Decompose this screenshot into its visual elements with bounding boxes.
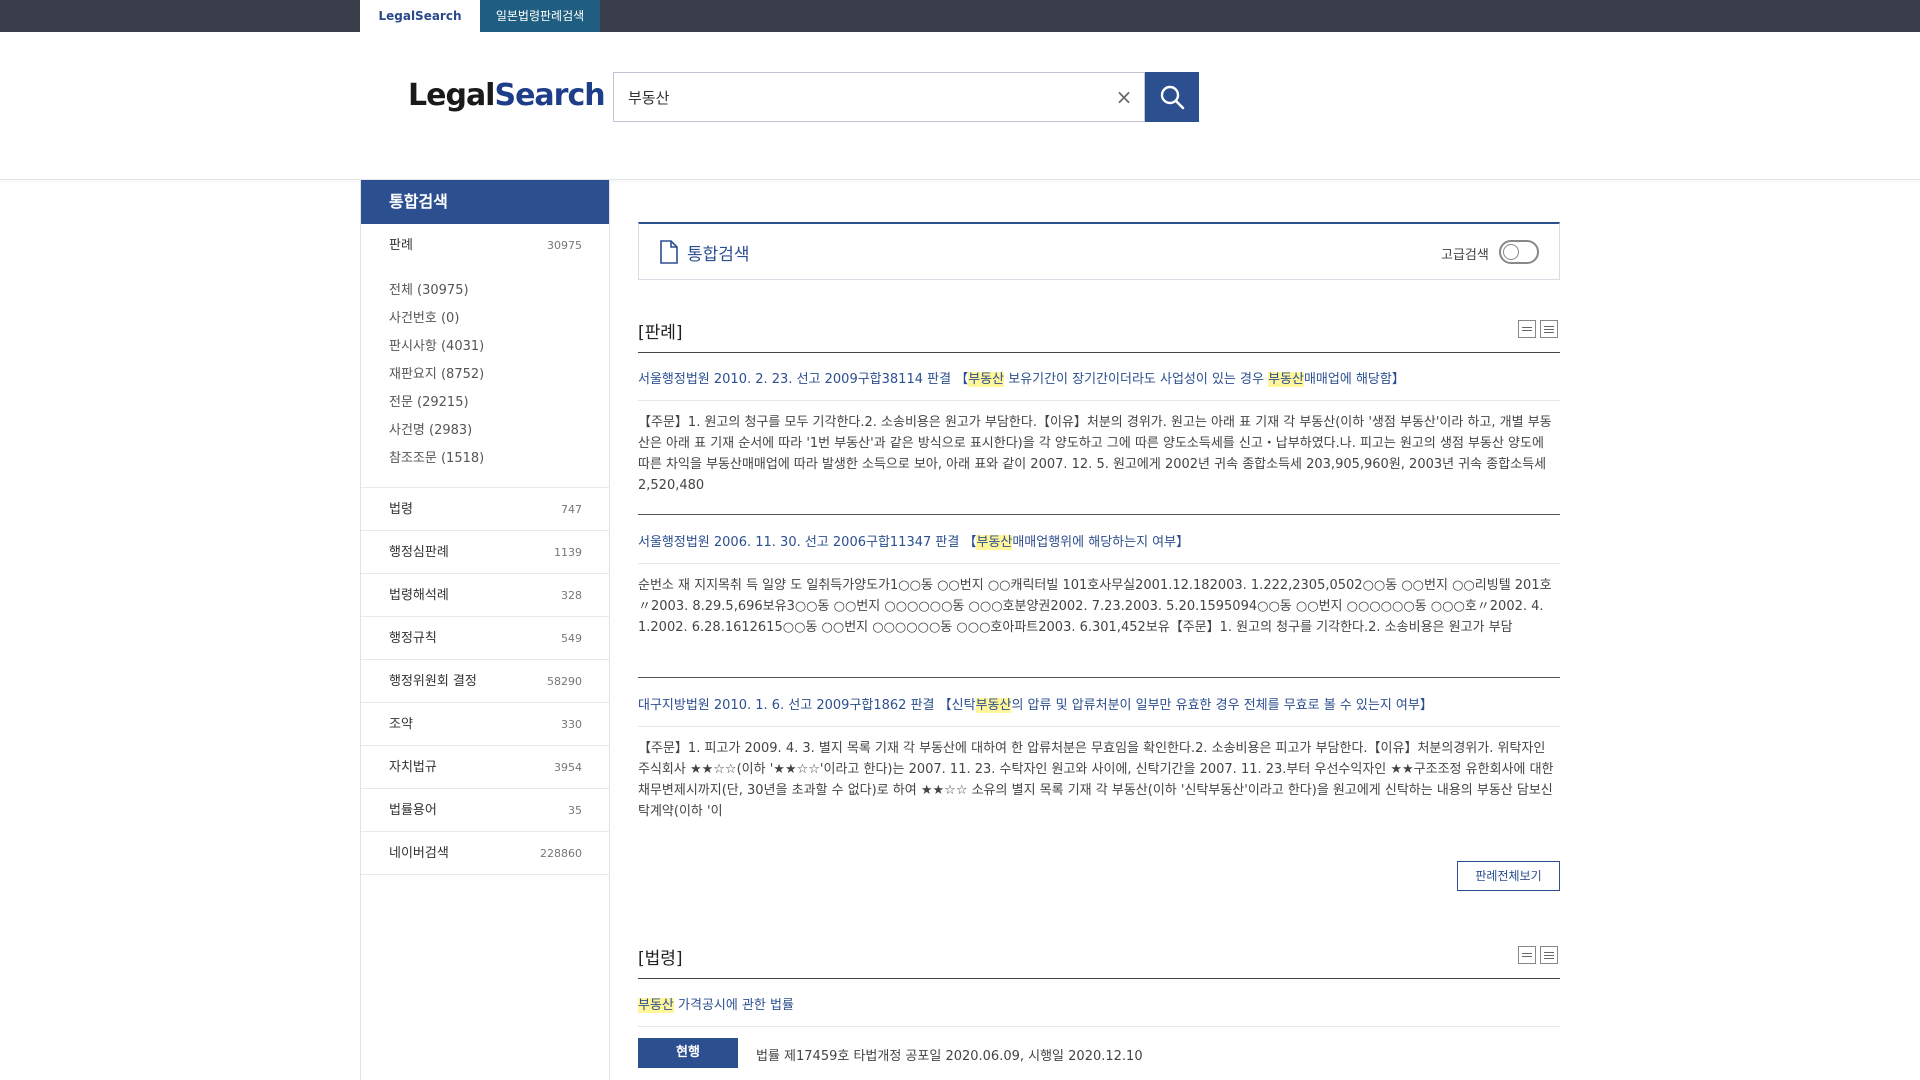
result-title-text: 매매업에 해당함】: [1303, 372, 1405, 387]
sidebar-item-law-interpretation[interactable]: 법령해석례 328: [361, 574, 609, 617]
sidebar-item-count: 747: [561, 503, 582, 516]
sidebar-item-treaty[interactable]: 조약 330: [361, 703, 609, 746]
result-divider: [638, 726, 1560, 727]
result-snippet: 【주문】1. 원고의 청구를 모두 기각한다.2. 소송비용은 원고가 부담한다…: [638, 415, 1552, 493]
result-snippet: 순번소 재 지지목취 득 일양 도 일취득가양도가1○○동 ○○번지 ○○캐릭터…: [638, 578, 1552, 635]
sidebar-item-count: 58290: [547, 675, 582, 688]
sidebar-item-count: 3954: [554, 761, 582, 774]
sidebar: 통합검색 판례 30975 전체 (30975) 사건번호 (0) 판시사항 (…: [360, 180, 610, 1080]
list-compact-icon[interactable]: [1518, 946, 1536, 964]
sidebar-item-count: 228860: [540, 847, 582, 860]
precedent-section-title: [판례]: [638, 323, 683, 343]
law-section-title: [법령]: [638, 949, 683, 969]
highlight-term: 부동산: [968, 372, 1005, 387]
sidebar-item-count: 330: [561, 718, 582, 731]
toggle-knob: [1503, 244, 1519, 260]
clear-icon[interactable]: ×: [1114, 87, 1134, 107]
sidebar-item-label: 법률용어: [389, 803, 437, 818]
sidebar-item-label: 법령해석례: [389, 588, 449, 603]
sidebar-subitem[interactable]: 재판요지 (8752): [389, 361, 609, 389]
sidebar-subitem[interactable]: 사건번호 (0): [389, 305, 609, 333]
top-bar: LegalSearch 일본법령판례검색: [0, 0, 1920, 32]
list-detail-icon[interactable]: [1540, 946, 1558, 964]
result-title-text: 매매업행위에 해당하는지 여부】: [1012, 535, 1190, 550]
sidebar-item-precedent[interactable]: 판례 30975: [361, 224, 609, 267]
sidebar-item-label: 네이버검색: [389, 846, 449, 861]
list-compact-icon[interactable]: [1518, 320, 1536, 338]
result-title[interactable]: 서울행정법원 2006. 11. 30. 선고 2006구합11347 판결 【…: [638, 531, 1560, 550]
result-title[interactable]: 서울행정법원 2010. 2. 23. 선고 2009구합38114 판결 【부…: [638, 368, 1560, 387]
search-box: ×: [613, 72, 1145, 122]
sidebar-subitem[interactable]: 참조조문 (1518): [389, 445, 609, 473]
sidebar-item-label: 법령: [389, 502, 413, 517]
sidebar-subitem[interactable]: 사건명 (2983): [389, 417, 609, 445]
sidebar-item-law[interactable]: 법령 747: [361, 488, 609, 531]
tab-japan-law-search[interactable]: 일본법령판례검색: [480, 0, 600, 32]
result-separator: [638, 677, 1560, 678]
result-title-text: 서울행정법원 2006. 11. 30. 선고 2006구합11347 판결 【: [638, 535, 977, 550]
sidebar-item-legal-terms[interactable]: 법률용어 35: [361, 789, 609, 832]
sidebar-item-label: 행정심판례: [389, 545, 449, 560]
integrated-search-panel: 통합검색 고급검색: [638, 222, 1560, 280]
sidebar-item-label: 조약: [389, 717, 413, 732]
highlight-term: 부동산: [638, 998, 674, 1013]
result-snippet: 【주문】1. 피고가 2009. 4. 3. 별지 목록 기재 각 부동산에 대…: [638, 741, 1554, 819]
search-button[interactable]: [1145, 72, 1199, 122]
law-title-text: 가격공시에 관한 법률: [673, 998, 794, 1013]
result-divider: [638, 563, 1560, 564]
section-divider: [638, 978, 1560, 979]
sidebar-item-count: 35: [568, 804, 582, 817]
sidebar-item-admin-appeal[interactable]: 행정심판례 1139: [361, 531, 609, 574]
advanced-search-toggle[interactable]: [1499, 240, 1539, 264]
law-title[interactable]: 부동산 가격공시에 관한 법률: [638, 994, 794, 1013]
law-info: 법률 제17459호 타법개정 공포일 2020.06.09, 시행일 2020…: [756, 1049, 1143, 1064]
sidebar-item-count: 30975: [547, 239, 582, 252]
sidebar-subitem[interactable]: 전문 (29215): [389, 389, 609, 417]
sidebar-subitem[interactable]: 전체 (30975): [389, 277, 609, 305]
page-title: 통합검색: [687, 245, 750, 265]
sidebar-item-label: 자치법규: [389, 760, 437, 775]
result-title[interactable]: 대구지방법원 2010. 1. 6. 선고 2009구합1862 판결 【신탁부…: [638, 694, 1560, 713]
result-title-text: 보유기간이 장기간이더라도 사업성이 있는 경우: [1004, 372, 1269, 387]
result-divider: [638, 1026, 1560, 1027]
logo-search: Search: [494, 78, 605, 113]
sidebar-item-count: 328: [561, 589, 582, 602]
law-view-tools: [1518, 946, 1558, 964]
result-title-text: 대구지방법원 2010. 1. 6. 선고 2009구합1862 판결 【신탁: [638, 698, 976, 713]
sidebar-title[interactable]: 통합검색: [361, 180, 609, 224]
document-icon: [660, 240, 678, 264]
sidebar-item-naver-search[interactable]: 네이버검색 228860: [361, 832, 609, 875]
advanced-search-label: 고급검색: [1441, 248, 1489, 263]
status-badge: 현행: [638, 1038, 738, 1068]
highlight-term: 부동산: [976, 535, 1013, 550]
view-all-precedents-button[interactable]: 판례전체보기: [1457, 861, 1560, 891]
sidebar-item-label: 행정위원회 결정: [389, 674, 477, 689]
sidebar-subitems: 전체 (30975) 사건번호 (0) 판시사항 (4031) 재판요지 (87…: [361, 267, 609, 488]
header: LegalSearch ×: [0, 32, 1920, 180]
logo[interactable]: LegalSearch: [408, 78, 606, 113]
result-separator: [638, 514, 1560, 515]
tab-legalsearch[interactable]: LegalSearch: [360, 0, 480, 32]
result-title-text: 의 압류 및 압류처분이 일부만 유효한 경우 전체를 무효로 볼 수 있는지 …: [1011, 698, 1433, 713]
highlight-term: 부동산: [1268, 372, 1304, 387]
highlight-term: 부동산: [975, 698, 1012, 713]
logo-legal: Legal: [408, 78, 495, 113]
list-detail-icon[interactable]: [1540, 320, 1558, 338]
result-title-text: 서울행정법원 2010. 2. 23. 선고 2009구합38114 판결 【: [638, 372, 969, 387]
sidebar-item-admin-rules[interactable]: 행정규칙 549: [361, 617, 609, 660]
sidebar-item-local-laws[interactable]: 자치법규 3954: [361, 746, 609, 789]
sidebar-item-committee-decision[interactable]: 행정위원회 결정 58290: [361, 660, 609, 703]
sidebar-item-count: 549: [561, 632, 582, 645]
sidebar-subitem[interactable]: 판시사항 (4031): [389, 333, 609, 361]
sidebar-item-count: 1139: [554, 546, 582, 559]
sidebar-item-label: 판례: [389, 238, 413, 253]
search-input[interactable]: [628, 85, 1088, 109]
result-divider: [638, 400, 1560, 401]
sidebar-item-label: 행정규칙: [389, 631, 437, 646]
precedent-view-tools: [1518, 320, 1558, 338]
section-divider: [638, 352, 1560, 353]
search-icon: [1160, 85, 1185, 110]
